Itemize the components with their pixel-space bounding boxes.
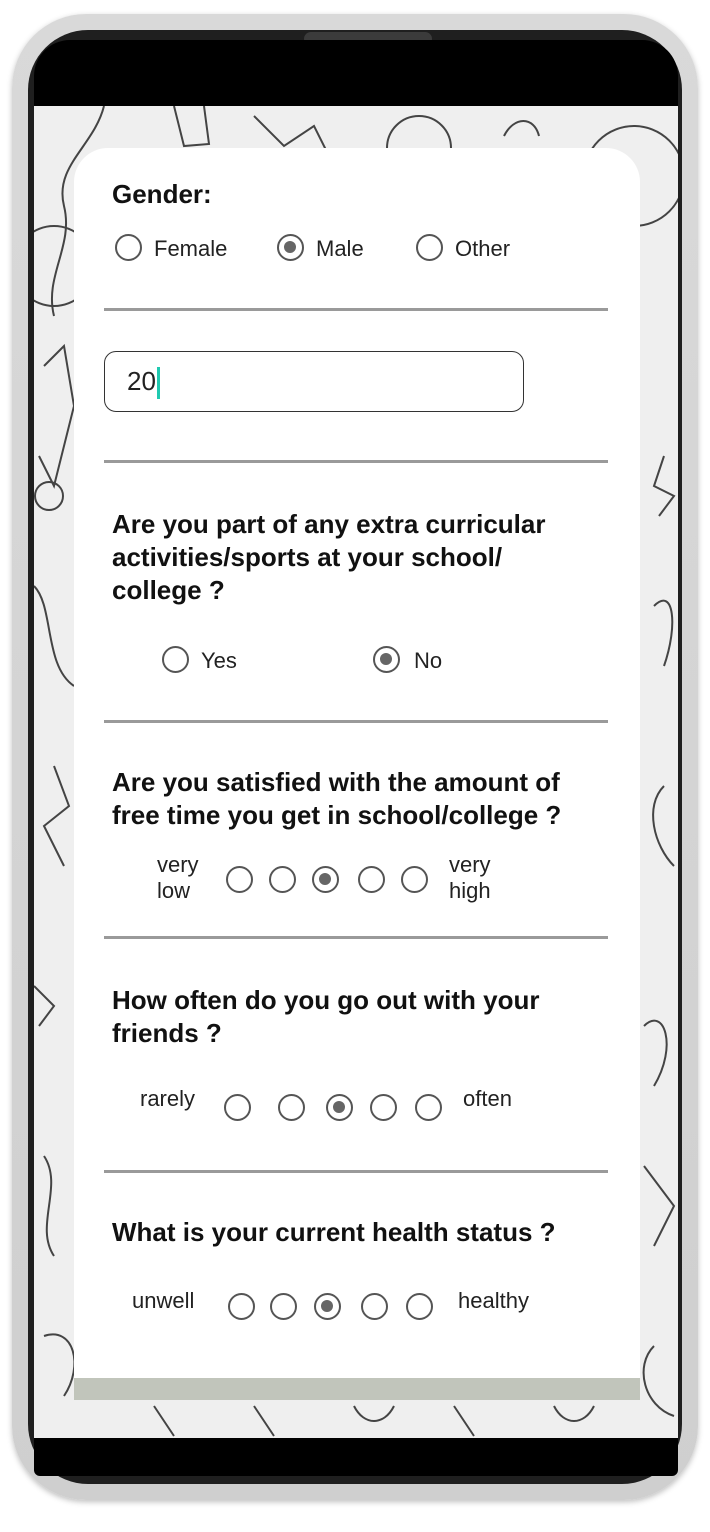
free-time-scale-4[interactable]	[358, 866, 385, 893]
radio-gender-male[interactable]	[277, 234, 304, 261]
label-line: high	[449, 878, 491, 903]
divider	[104, 308, 608, 311]
health-scale-5[interactable]	[406, 1293, 433, 1320]
free-time-scale-5[interactable]	[401, 866, 428, 893]
divider	[104, 460, 608, 463]
radio-label-yes: Yes	[201, 648, 237, 673]
label-line: very	[157, 852, 199, 877]
health-high-label: healthy	[458, 1288, 529, 1313]
free-time-scale-2[interactable]	[269, 866, 296, 893]
radio-gender-other[interactable]	[416, 234, 443, 261]
radio-label-other: Other	[455, 236, 511, 261]
title-line: friends ?	[112, 1018, 222, 1048]
divider	[104, 936, 608, 939]
phone-screen: Gender: Female Male Other 20 Are you par…	[34, 40, 678, 1476]
title-line: college ?	[112, 575, 225, 605]
friends-scale-3[interactable]	[326, 1094, 353, 1121]
bottom-action-bar[interactable]	[74, 1378, 640, 1400]
health-low-label: unwell	[132, 1288, 195, 1313]
free-time-low-label: very low	[157, 852, 199, 904]
radio-label-female: Female	[154, 236, 228, 261]
title-line: Are you satisfied with the amount of	[112, 767, 560, 797]
app-area: Gender: Female Male Other 20 Are you par…	[34, 106, 678, 1438]
age-input[interactable]: 20	[104, 351, 524, 412]
title-line: free time you get in school/college ?	[112, 800, 562, 830]
friends-high-label: often	[463, 1086, 512, 1111]
extracurricular-title: Are you part of any extra curricular act…	[112, 508, 545, 607]
title-line: Are you part of any extra curricular	[112, 509, 546, 539]
radio-extracurricular-no[interactable]	[373, 646, 400, 673]
radio-gender-female[interactable]	[115, 234, 142, 261]
survey-form-card: Gender: Female Male Other 20 Are you par…	[74, 148, 640, 1400]
free-time-title: Are you satisfied with the amount of fre…	[112, 766, 561, 832]
friends-scale-4[interactable]	[370, 1094, 397, 1121]
health-title: What is your current health status ?	[112, 1217, 556, 1247]
title-line: activities/sports at your school/	[112, 542, 503, 572]
health-scale-3[interactable]	[314, 1293, 341, 1320]
text-cursor	[156, 367, 160, 400]
radio-label-no: No	[414, 648, 443, 673]
divider	[104, 1170, 608, 1173]
friends-scale-1[interactable]	[224, 1094, 251, 1121]
health-scale-2[interactable]	[270, 1293, 297, 1320]
title-line: How often do you go out with your	[112, 985, 540, 1015]
radio-label-male: Male	[316, 236, 364, 261]
free-time-scale-1[interactable]	[226, 866, 253, 893]
label-line: very	[449, 852, 491, 877]
radio-extracurricular-yes[interactable]	[162, 646, 189, 673]
friends-low-label: rarely	[140, 1086, 196, 1111]
health-scale-1[interactable]	[228, 1293, 255, 1320]
friends-scale-5[interactable]	[415, 1094, 442, 1121]
age-input-value: 20	[127, 366, 156, 396]
health-scale-4[interactable]	[361, 1293, 388, 1320]
divider	[104, 720, 608, 723]
friends-scale-2[interactable]	[278, 1094, 305, 1121]
gender-title: Gender:	[112, 179, 212, 209]
friends-title: How often do you go out with your friend…	[112, 984, 540, 1050]
free-time-high-label: very high	[449, 852, 491, 904]
free-time-scale-3[interactable]	[312, 866, 339, 893]
label-line: low	[157, 878, 191, 903]
